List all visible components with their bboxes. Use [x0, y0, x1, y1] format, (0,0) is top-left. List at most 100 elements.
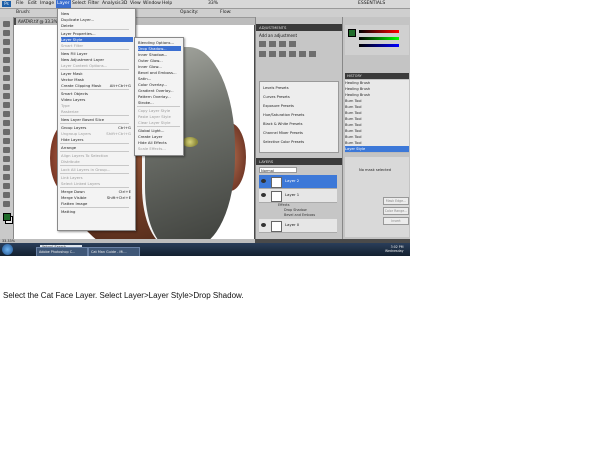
menu-select[interactable]: Select — [72, 0, 86, 8]
menu-view[interactable]: View — [130, 0, 141, 8]
layer-menu-group-layers[interactable]: Group Layers Ctrl+G — [61, 125, 133, 130]
brightness-icon[interactable] — [259, 41, 266, 47]
layers-panel-header[interactable]: LAYERS — [256, 158, 342, 165]
layer-menu-layer-content-options[interactable]: Layer Content Options... — [61, 63, 133, 68]
layer-menu-duplicate-layer[interactable]: Duplicate Layer... — [61, 17, 133, 22]
preset-item[interactable]: Black & White Presets — [263, 121, 337, 127]
layers-tab[interactable]: LAYERS — [259, 158, 273, 165]
layer-menu-ungroup-layers[interactable]: Ungroup Layers Shift+Ctrl+G — [61, 131, 133, 136]
layer-menu-align-layers[interactable]: Align Layers To Selection — [61, 153, 133, 158]
style-global-light[interactable]: Global Light... — [138, 128, 181, 133]
visibility-eye-icon[interactable] — [261, 193, 266, 197]
layer-menu-new-layer-based-slice[interactable]: New Layer Based Slice — [61, 117, 133, 122]
menu-file[interactable]: File — [16, 0, 24, 8]
gradient-tool-icon[interactable] — [3, 120, 10, 126]
style-outer-glow[interactable]: Outer Glow... — [138, 58, 181, 63]
layer-menu-flatten-image[interactable]: Flatten Image — [61, 201, 133, 206]
menu-image[interactable]: Image — [40, 0, 54, 8]
style-bevel-emboss[interactable]: Bevel and Emboss... — [138, 70, 181, 75]
zoom-tool-icon[interactable] — [3, 201, 10, 207]
black-white-icon[interactable] — [289, 51, 296, 57]
brush-tool-icon[interactable] — [3, 84, 10, 90]
workspace-switcher[interactable]: ESSENTIALS — [358, 0, 385, 8]
opacity-label[interactable]: Opacity: — [180, 9, 199, 17]
layer-menu-rasterize[interactable]: Rasterize — [61, 109, 133, 114]
layer-menu-delete[interactable]: Delete — [61, 23, 133, 28]
taskbar-photoshop-button[interactable]: Adobe Photoshop C... — [36, 247, 88, 256]
blue-slider[interactable] — [359, 44, 399, 47]
eyedropper-tool-icon[interactable] — [3, 66, 10, 72]
layer-menu-merge-visible[interactable]: Merge Visible Shift+Ctrl+E — [61, 195, 133, 200]
color-chip[interactable] — [348, 29, 356, 37]
levels-icon[interactable] — [269, 41, 276, 47]
healing-brush-tool-icon[interactable] — [3, 75, 10, 81]
layer-row-layer-2[interactable]: Layer 2 — [259, 175, 337, 189]
hue-saturation-icon[interactable] — [269, 51, 276, 57]
menu-filter[interactable]: Filter — [88, 0, 99, 8]
layer-menu-distribute[interactable]: Distribute — [61, 159, 133, 164]
curves-icon[interactable] — [279, 41, 286, 47]
style-gradient-overlay[interactable]: Gradient Overlay... — [138, 88, 181, 93]
preset-item[interactable]: Hue/Saturation Presets — [263, 112, 337, 118]
brush-label[interactable]: Brush: — [16, 9, 31, 17]
menu-3d[interactable]: 3D — [121, 0, 127, 8]
style-pattern-overlay[interactable]: Pattern Overlay... — [138, 94, 181, 99]
invert-button[interactable]: Invert — [383, 217, 409, 225]
start-button-icon[interactable] — [2, 244, 13, 255]
mask-edge-button[interactable]: Mask Edge... — [383, 197, 409, 205]
crop-tool-icon[interactable] — [3, 57, 10, 63]
type-tool-icon[interactable] — [3, 156, 10, 162]
visibility-eye-icon[interactable] — [261, 179, 266, 183]
layer-menu-select-linked-layers[interactable]: Select Linked Layers — [61, 181, 133, 186]
layer-menu-smart-filter[interactable]: Smart Filter — [61, 43, 133, 48]
system-clock[interactable]: 3:02 PM Wednesday — [385, 245, 403, 253]
zoom-level[interactable]: 33% — [208, 0, 218, 8]
layer-menu-layer-properties[interactable]: Layer Properties... — [61, 31, 133, 36]
red-slider[interactable] — [359, 30, 399, 33]
eraser-tool-icon[interactable] — [3, 111, 10, 117]
style-drop-shadow[interactable]: Drop Shadow... — [138, 46, 181, 51]
layer-menu-create-clipping-mask[interactable]: Create Clipping Mask Alt+Ctrl+G — [61, 83, 133, 88]
style-inner-shadow[interactable]: Inner Shadow... — [138, 52, 181, 57]
dodge-tool-icon[interactable] — [3, 138, 10, 144]
style-scale-effects[interactable]: Scale Effects... — [138, 146, 181, 151]
menu-layer[interactable]: Layer — [56, 0, 71, 8]
style-clear-layer-style[interactable]: Clear Layer Style — [138, 120, 181, 125]
preset-item[interactable]: Exposure Presets — [263, 103, 337, 109]
menu-edit[interactable]: Edit — [28, 0, 37, 8]
history-brush-tool-icon[interactable] — [3, 102, 10, 108]
adjustments-tab[interactable]: ADJUSTMENTS — [259, 24, 286, 31]
hand-tool-icon[interactable] — [3, 192, 10, 198]
green-slider[interactable] — [359, 37, 399, 40]
style-paste-layer-style[interactable]: Paste Layer Style — [138, 114, 181, 119]
layer-menu-arrange[interactable]: Arrange — [61, 145, 133, 150]
layer-menu-layer-mask[interactable]: Layer Mask — [61, 71, 133, 76]
exposure-icon[interactable] — [289, 41, 296, 47]
preset-item[interactable]: Selective Color Presets — [263, 139, 337, 145]
layer-row-layer-0[interactable]: Layer 0 — [259, 219, 337, 233]
layer-menu-new-fill-layer[interactable]: New Fill Layer — [61, 51, 133, 56]
layer-menu-hide-layers[interactable]: Hide Layers — [61, 137, 133, 142]
layer-menu-type[interactable]: Type — [61, 103, 133, 108]
layer-menu-vector-mask[interactable]: Vector Mask — [61, 77, 133, 82]
bevel-emboss-effect-row[interactable]: Bevel and Emboss — [284, 213, 342, 218]
history-item-selected[interactable]: Layer Style — [345, 146, 409, 153]
adjustments-panel-header[interactable]: ADJUSTMENTS — [256, 24, 342, 31]
move-tool-icon[interactable] — [3, 21, 10, 27]
color-range-button[interactable]: Color Range... — [383, 207, 409, 215]
layer-menu-smart-objects[interactable]: Smart Objects — [61, 91, 133, 96]
menu-help[interactable]: Help — [162, 0, 172, 8]
menu-window[interactable]: Window — [143, 0, 161, 8]
history-panel-header[interactable]: HISTORY — [345, 73, 409, 79]
lasso-tool-icon[interactable] — [3, 39, 10, 45]
taskbar-browser-button[interactable]: Cat Man Guide - Mi... — [88, 247, 140, 256]
layer-menu-lock-all-layers[interactable]: Lock All Layers in Group... — [61, 167, 133, 172]
blur-tool-icon[interactable] — [3, 129, 10, 135]
clone-stamp-tool-icon[interactable] — [3, 93, 10, 99]
style-satin[interactable]: Satin... — [138, 76, 181, 81]
preset-item[interactable]: Channel Mixer Presets — [263, 130, 337, 136]
menu-analysis[interactable]: Analysis — [102, 0, 121, 8]
photo-filter-icon[interactable] — [299, 51, 306, 57]
path-selection-tool-icon[interactable] — [3, 165, 10, 171]
marquee-tool-icon[interactable] — [3, 30, 10, 36]
